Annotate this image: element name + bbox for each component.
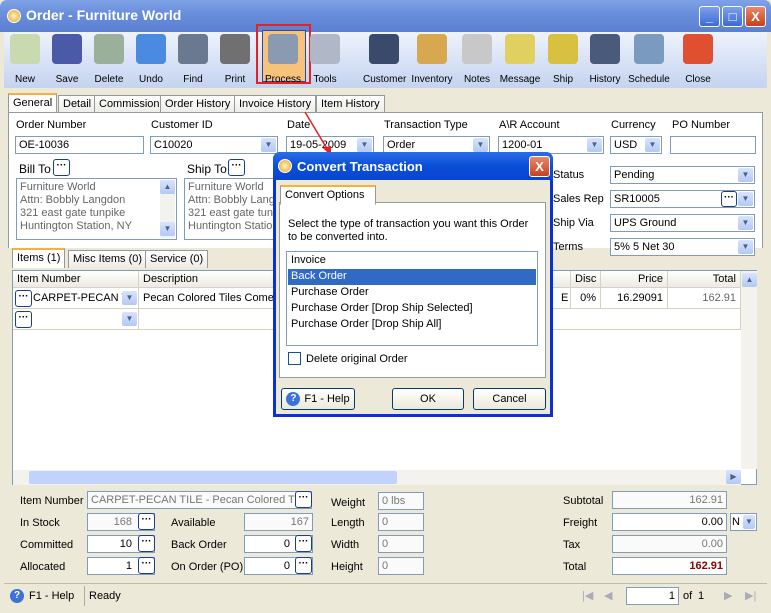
transaction-type-list[interactable]: Invoice Back Order Purchase Order Purcha… [286, 251, 538, 346]
ok-button[interactable]: OK [392, 388, 464, 410]
dialog-prompt: Select the type of transaction you want … [288, 218, 529, 243]
list-item-po-drop-ship-selected[interactable]: Purchase Order [Drop Ship Selected] [288, 301, 536, 317]
convert-transaction-dialog: Convert Transaction X Convert Options Se… [273, 152, 553, 417]
help-button-label: F1 - Help [304, 393, 350, 405]
dialog-title-bar: Convert Transaction X [273, 152, 553, 180]
dialog-close-button[interactable]: X [529, 156, 550, 177]
dialog-body: Convert Options Select the type of trans… [276, 180, 550, 414]
list-item-invoice[interactable]: Invoice [288, 253, 536, 269]
delete-original-checkbox[interactable] [288, 352, 301, 365]
list-item-po-drop-ship-all[interactable]: Purchase Order [Drop Ship All] [288, 317, 536, 333]
cancel-button[interactable]: Cancel [473, 388, 546, 410]
delete-original-label: Delete original Order [306, 353, 408, 365]
list-item-purchase-order[interactable]: Purchase Order [288, 285, 536, 301]
help-icon: ? [286, 392, 301, 407]
list-item-back-order[interactable]: Back Order [288, 269, 536, 285]
dialog-help-button[interactable]: ? F1 - Help [281, 388, 355, 410]
dialog-app-icon [278, 159, 292, 173]
dialog-title: Convert Transaction [297, 159, 423, 174]
tab-convert-options[interactable]: Convert Options [280, 185, 376, 205]
